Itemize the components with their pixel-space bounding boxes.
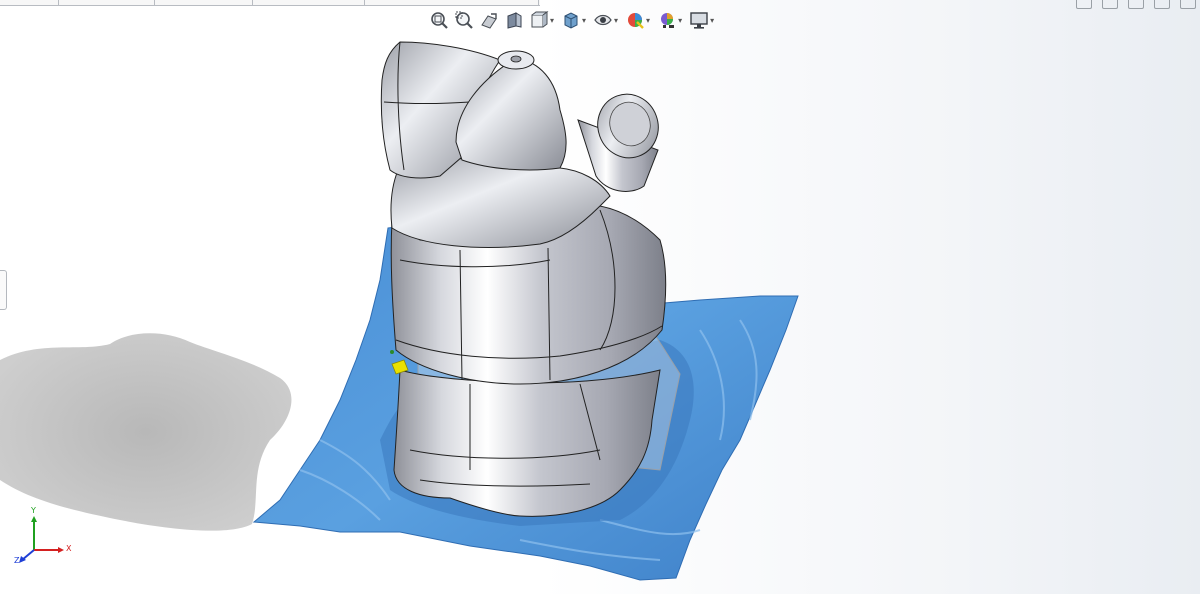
chevron-down-icon[interactable]: ▾	[678, 16, 682, 25]
zoom-to-area-button[interactable]	[453, 9, 475, 31]
triad-axes	[19, 516, 64, 563]
model-render	[0, 41, 799, 581]
maximize-icon[interactable]	[1154, 0, 1170, 9]
triad-y-arrow	[31, 516, 37, 522]
heads-up-view-toolbar: ▾ ▾ ▾ ▾ ▾ ▾	[428, 7, 717, 33]
eye-icon	[594, 14, 612, 26]
appearance-icon	[628, 13, 644, 29]
chevron-down-icon[interactable]: ▾	[614, 16, 618, 25]
tile-view-icon[interactable]	[1102, 0, 1118, 9]
previous-view-button[interactable]	[478, 9, 500, 31]
previous-view-icon	[481, 13, 497, 29]
section-view-icon	[507, 12, 522, 29]
chevron-down-icon[interactable]: ▾	[710, 16, 714, 25]
reference-triad: Y X Z	[14, 506, 78, 568]
scene-icon	[660, 13, 675, 28]
display-style-button[interactable]	[560, 9, 582, 31]
graphics-area[interactable]: ▾ ▾ ▾ ▾ ▾ ▾ Y X Z	[0, 0, 1200, 594]
view-orientation-icon	[531, 11, 549, 28]
zoom-to-fit-button[interactable]	[428, 9, 450, 31]
hide-show-items-button[interactable]	[592, 9, 614, 31]
cast-shadow	[0, 333, 292, 531]
view-orientation-button[interactable]	[528, 9, 550, 31]
part-dome-hole	[510, 55, 522, 63]
close-icon[interactable]	[1180, 0, 1196, 9]
window-controls	[1076, 0, 1196, 10]
display-style-icon	[564, 12, 578, 29]
section-view-button[interactable]	[503, 9, 525, 31]
zoom-to-area-icon	[455, 11, 473, 29]
apply-scene-button[interactable]	[656, 9, 678, 31]
restore-view-icon[interactable]	[1076, 0, 1092, 9]
triad-x-label: X	[66, 544, 72, 553]
triad-x-arrow	[58, 547, 64, 553]
triad-z-label: Z	[14, 556, 20, 565]
monitor-icon	[690, 12, 708, 29]
zoom-to-fit-icon	[431, 12, 448, 29]
feature-tree-flyout-handle[interactable]	[0, 270, 7, 310]
minimize-icon[interactable]	[1128, 0, 1144, 9]
chevron-down-icon[interactable]: ▾	[550, 16, 554, 25]
edit-appearance-button[interactable]	[624, 9, 646, 31]
triad-y-label: Y	[31, 506, 36, 515]
chevron-down-icon[interactable]: ▾	[646, 16, 650, 25]
view-settings-button[interactable]	[688, 9, 710, 31]
chevron-down-icon[interactable]: ▾	[582, 16, 586, 25]
